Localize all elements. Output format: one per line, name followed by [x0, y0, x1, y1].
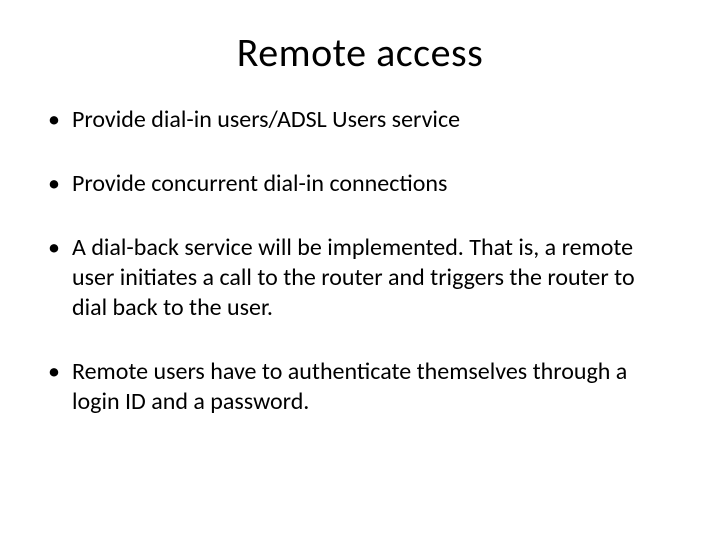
list-item: Remote users have to authenticate themse… — [48, 357, 672, 417]
slide: Remote access Provide dial-in users/ADSL… — [0, 0, 720, 540]
slide-title: Remote access — [48, 28, 672, 77]
list-item: Provide concurrent dial-in connections — [48, 169, 672, 199]
list-item: A dial-back service will be implemented.… — [48, 233, 672, 323]
bullet-list: Provide dial-in users/ADSL Users service… — [48, 105, 672, 417]
list-item: Provide dial-in users/ADSL Users service — [48, 105, 672, 135]
